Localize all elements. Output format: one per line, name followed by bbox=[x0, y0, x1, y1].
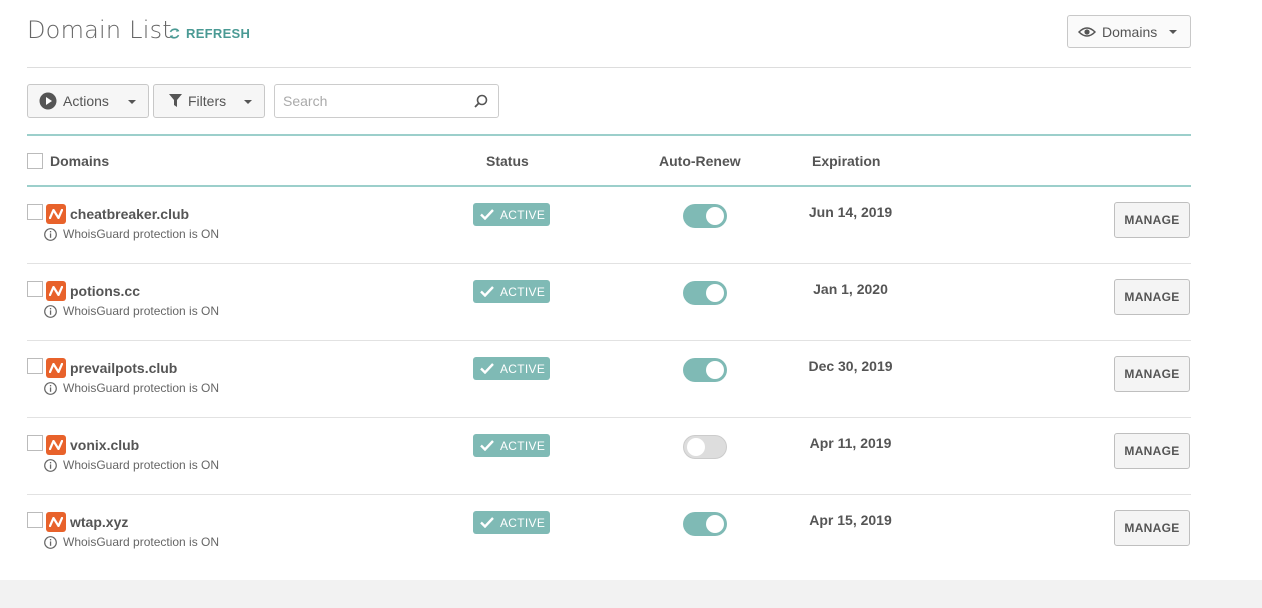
whoisguard-text: WhoisGuard protection is ON bbox=[63, 227, 220, 241]
whoisguard-info: WhoisGuard protection is ON bbox=[44, 304, 219, 318]
actions-label: Actions bbox=[63, 93, 109, 109]
info-icon bbox=[44, 227, 57, 241]
toggle-knob bbox=[706, 284, 724, 302]
whoisguard-text: WhoisGuard protection is ON bbox=[63, 381, 220, 395]
filter-icon bbox=[169, 94, 182, 107]
check-icon bbox=[480, 286, 494, 297]
whoisguard-text: WhoisGuard protection is ON bbox=[63, 304, 220, 318]
brand-logo-icon bbox=[46, 204, 66, 224]
expiration-date: Jun 14, 2019 bbox=[808, 204, 893, 220]
status-badge: ACTIVE bbox=[473, 357, 550, 380]
column-header-domains[interactable]: Domains bbox=[50, 153, 109, 169]
table-row: wtap.xyz WhoisGuard protection is ON ACTIV… bbox=[27, 495, 1191, 572]
manage-button[interactable]: MANAGE bbox=[1114, 510, 1190, 546]
domain-name[interactable]: cheatbreaker.club bbox=[70, 206, 189, 222]
domain-name[interactable]: potions.cc bbox=[70, 283, 140, 299]
toggle-knob bbox=[706, 207, 724, 225]
manage-button[interactable]: MANAGE bbox=[1114, 356, 1190, 392]
whoisguard-text: WhoisGuard protection is ON bbox=[63, 458, 220, 472]
info-icon bbox=[44, 458, 57, 472]
expiration-date: Apr 11, 2019 bbox=[809, 435, 892, 451]
page-footer-band bbox=[0, 580, 1262, 608]
status-badge: ACTIVE bbox=[473, 511, 550, 534]
status-text: ACTIVE bbox=[500, 361, 546, 376]
domain-name[interactable]: prevailpots.club bbox=[70, 360, 177, 376]
header-divider bbox=[27, 67, 1191, 68]
brand-logo-icon bbox=[46, 435, 66, 455]
search-icon[interactable] bbox=[474, 94, 488, 108]
brand-logo-icon bbox=[46, 512, 66, 532]
select-all-checkbox[interactable] bbox=[27, 153, 43, 169]
filters-dropdown[interactable]: Filters bbox=[153, 84, 265, 118]
whoisguard-info: WhoisGuard protection is ON bbox=[44, 227, 219, 241]
status-badge: ACTIVE bbox=[473, 434, 550, 457]
column-header-status[interactable]: Status bbox=[486, 153, 529, 169]
toggle-knob bbox=[706, 361, 724, 379]
check-icon bbox=[480, 517, 494, 528]
status-text: ACTIVE bbox=[500, 438, 546, 453]
check-icon bbox=[480, 209, 494, 220]
table-row: prevailpots.club WhoisGuard protection is… bbox=[27, 341, 1191, 418]
expiration-date: Dec 30, 2019 bbox=[808, 358, 893, 374]
whoisguard-info: WhoisGuard protection is ON bbox=[44, 535, 219, 549]
brand-logo-icon bbox=[46, 281, 66, 301]
table-row: vonix.club WhoisGuard protection is ON ACT… bbox=[27, 418, 1191, 495]
domain-list-page: Domain List REFRESH Domains Actions Filt… bbox=[0, 0, 1262, 580]
domain-name[interactable]: wtap.xyz bbox=[70, 514, 128, 530]
view-dropdown[interactable]: Domains bbox=[1067, 15, 1191, 48]
refresh-label: REFRESH bbox=[186, 26, 251, 41]
auto-renew-toggle[interactable] bbox=[683, 512, 727, 536]
check-icon bbox=[480, 363, 494, 374]
search-box bbox=[274, 84, 499, 118]
expiration-date: Jan 1, 2020 bbox=[813, 281, 888, 297]
info-icon bbox=[44, 381, 57, 395]
row-checkbox[interactable] bbox=[27, 358, 43, 374]
table-row: cheatbreaker.club WhoisGuard protection i… bbox=[27, 187, 1191, 264]
whoisguard-info: WhoisGuard protection is ON bbox=[44, 381, 219, 395]
auto-renew-toggle[interactable] bbox=[683, 435, 727, 459]
status-text: ACTIVE bbox=[500, 207, 546, 222]
brand-logo-icon bbox=[46, 358, 66, 378]
actions-dropdown[interactable]: Actions bbox=[27, 84, 149, 118]
status-text: ACTIVE bbox=[500, 515, 546, 530]
auto-renew-toggle[interactable] bbox=[683, 204, 727, 228]
expiration-date: Apr 15, 2019 bbox=[809, 512, 892, 528]
manage-button[interactable]: MANAGE bbox=[1114, 433, 1190, 469]
column-header-auto-renew[interactable]: Auto-Renew bbox=[659, 153, 741, 169]
auto-renew-toggle[interactable] bbox=[683, 281, 727, 305]
table-row: potions.cc WhoisGuard protection is ON ACT… bbox=[27, 264, 1191, 341]
row-checkbox[interactable] bbox=[27, 512, 43, 528]
toggle-knob bbox=[687, 438, 705, 456]
filters-label: Filters bbox=[188, 93, 227, 109]
column-header-expiration[interactable]: Expiration bbox=[812, 153, 880, 169]
view-dropdown-label: Domains bbox=[1102, 23, 1158, 40]
manage-button[interactable]: MANAGE bbox=[1114, 279, 1190, 315]
play-circle-icon bbox=[39, 92, 57, 110]
refresh-icon bbox=[169, 28, 180, 39]
domain-name[interactable]: vonix.club bbox=[70, 437, 139, 453]
row-checkbox[interactable] bbox=[27, 204, 43, 220]
status-badge: ACTIVE bbox=[473, 203, 550, 226]
chevron-down-icon bbox=[1169, 29, 1178, 34]
eye-icon bbox=[1078, 26, 1096, 37]
row-checkbox[interactable] bbox=[27, 435, 43, 451]
info-icon bbox=[44, 535, 57, 549]
whoisguard-text: WhoisGuard protection is ON bbox=[63, 535, 220, 549]
search-input[interactable] bbox=[275, 85, 465, 117]
refresh-button[interactable]: REFRESH bbox=[168, 26, 250, 41]
status-badge: ACTIVE bbox=[473, 280, 550, 303]
check-icon bbox=[480, 440, 494, 451]
toggle-knob bbox=[706, 515, 724, 533]
status-text: ACTIVE bbox=[500, 284, 546, 299]
info-icon bbox=[44, 304, 57, 318]
table-header-top-border bbox=[27, 134, 1191, 136]
whoisguard-info: WhoisGuard protection is ON bbox=[44, 458, 219, 472]
auto-renew-toggle[interactable] bbox=[683, 358, 727, 382]
page-title: Domain List bbox=[27, 16, 172, 44]
chevron-down-icon bbox=[244, 100, 252, 104]
manage-button[interactable]: MANAGE bbox=[1114, 202, 1190, 238]
row-checkbox[interactable] bbox=[27, 281, 43, 297]
chevron-down-icon bbox=[128, 100, 136, 104]
